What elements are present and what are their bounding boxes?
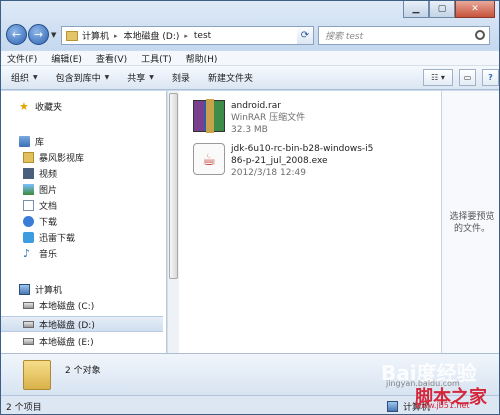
refresh-icon: ⟳ <box>300 30 310 41</box>
help-button[interactable]: ? <box>482 69 499 86</box>
minimize-button[interactable]: ▁ <box>403 1 429 18</box>
java-installer-icon: ☕ <box>193 143 225 175</box>
menu-edit[interactable]: 编辑(E) <box>51 52 82 65</box>
breadcrumb-computer[interactable]: 计算机 ▸ <box>82 29 118 43</box>
sidebar-item-drive-c[interactable]: 本地磁盘 (C:) <box>1 297 163 313</box>
help-icon: ? <box>488 73 493 82</box>
star-icon: ★ <box>19 99 29 113</box>
sidebar-item-documents[interactable]: 文档 <box>1 197 163 213</box>
computer-icon <box>387 401 398 412</box>
sidebar-item-computer[interactable]: 计算机 <box>1 281 163 297</box>
download-icon <box>23 215 34 227</box>
document-icon <box>23 199 34 211</box>
sidebar-item-drive-e[interactable]: 本地磁盘 (E:) <box>1 333 163 349</box>
view-controls: ☷ ▾ ▭ ? <box>423 69 499 86</box>
breadcrumb-test[interactable]: test <box>194 31 211 41</box>
preview-pane-button[interactable]: ▭ <box>459 69 476 86</box>
chevron-down-icon: ▼ <box>149 74 154 81</box>
chevron-right-icon[interactable]: ▸ <box>184 32 188 40</box>
sidebar-item-xunlei[interactable]: 迅雷下载 <box>1 229 163 245</box>
menu-view[interactable]: 查看(V) <box>96 52 127 65</box>
burn-button[interactable]: 刻录 <box>172 71 190 84</box>
refresh-button[interactable]: ⟳ <box>297 26 314 45</box>
title-address-region: ▁ ▢ ✕ ← → ▼ 计算机▸ 本地磁盘 (D:)▸ test ▼ ⟳ 搜索 … <box>1 1 499 50</box>
library-icon <box>19 135 30 147</box>
caption-buttons: ▁ ▢ ✕ <box>403 1 495 19</box>
sidebar-item-downloads[interactable]: 下载 <box>1 213 163 229</box>
computer-icon <box>19 283 30 295</box>
chevron-right-icon[interactable]: ▸ <box>114 32 118 40</box>
search-icon[interactable] <box>475 30 485 40</box>
thunder-icon <box>23 231 34 243</box>
preview-pane-icon: ▭ <box>463 73 472 82</box>
forward-button[interactable]: → <box>28 24 49 45</box>
search-input[interactable]: 搜索 test <box>318 26 490 45</box>
file-text: jdk-6u10-rc-bin-b28-windows-i5 86-p-21_j… <box>231 143 373 179</box>
navigation-pane: ★ 收藏夹 库 暴风影视库 视频 图片 文档 下载 迅雷下载 ♪ 音乐 计算机 本地… <box>1 91 167 353</box>
command-bar: 组织 ▼ 包含到库中 ▼ 共享 ▼ 刻录 新建文件夹 ☷ ▾ ▭ ? <box>1 66 499 90</box>
file-date: 2012/3/18 12:49 <box>231 168 306 178</box>
video-icon <box>23 167 34 179</box>
file-item[interactable]: ☕ jdk-6u10-rc-bin-b28-windows-i5 86-p-21… <box>193 143 373 179</box>
drive-icon <box>23 301 34 309</box>
drive-icon <box>23 320 34 328</box>
recent-pages-dropdown[interactable]: ▼ <box>51 31 56 39</box>
breadcrumb-drive-d[interactable]: 本地磁盘 (D:) ▸ <box>124 29 188 43</box>
music-icon: ♪ <box>23 246 31 260</box>
winrar-archive-icon <box>193 99 225 133</box>
new-folder-button[interactable]: 新建文件夹 <box>208 71 253 84</box>
object-count: 2 个对象 <box>65 366 101 376</box>
folder-icon <box>23 360 51 390</box>
explorer-window: ▁ ▢ ✕ ← → ▼ 计算机▸ 本地磁盘 (D:)▸ test ▼ ⟳ 搜索 … <box>0 0 500 415</box>
sidebar-item-videos[interactable]: 视频 <box>1 165 163 181</box>
sidebar-item-music[interactable]: ♪ 音乐 <box>1 245 163 261</box>
file-type: WinRAR 压缩文件 <box>231 113 306 123</box>
menu-file[interactable]: 文件(F) <box>7 52 37 65</box>
menu-help[interactable]: 帮助(H) <box>186 52 218 65</box>
sidebar-item-pictures[interactable]: 图片 <box>1 181 163 197</box>
preview-message: 选择要预览的文件。 <box>449 212 495 234</box>
maximize-button[interactable]: ▢ <box>429 1 455 18</box>
item-count: 2 个项目 <box>6 403 42 413</box>
organize-button[interactable]: 组织 ▼ <box>11 71 38 84</box>
folder-icon <box>23 151 34 163</box>
sidebar-item-libraries[interactable]: 库 <box>1 133 163 149</box>
menu-bar: 文件(F) 编辑(E) 查看(V) 工具(T) 帮助(H) <box>1 51 499 66</box>
share-button[interactable]: 共享 ▼ <box>127 71 154 84</box>
address-bar[interactable]: 计算机▸ 本地磁盘 (D:)▸ test ▼ <box>61 26 313 45</box>
scrollbar-thumb[interactable] <box>169 93 178 279</box>
sidebar-item-baofeng[interactable]: 暴风影视库 <box>1 149 163 165</box>
chevron-down-icon: ▼ <box>33 74 38 81</box>
file-list: android.rar WinRAR 压缩文件 32.3 MB ☕ jdk-6u… <box>179 91 441 353</box>
file-name-line1: jdk-6u10-rc-bin-b28-windows-i5 <box>231 144 374 154</box>
file-size: 32.3 MB <box>231 125 268 135</box>
change-view-button[interactable]: ☷ ▾ <box>423 69 453 86</box>
folder-icon <box>66 30 78 41</box>
sidebar-item-favorites[interactable]: ★ 收藏夹 <box>1 98 163 114</box>
drive-icon <box>23 337 34 345</box>
picture-icon <box>23 183 34 195</box>
include-in-library-button[interactable]: 包含到库中 ▼ <box>56 71 110 84</box>
close-button[interactable]: ✕ <box>455 1 495 18</box>
search-placeholder: 搜索 test <box>325 32 364 42</box>
menu-tools[interactable]: 工具(T) <box>141 52 172 65</box>
jb51-url-watermark: www.jb51.net <box>415 401 470 410</box>
file-name-line2: 86-p-21_jul_2008.exe <box>231 156 328 166</box>
navigation-scrollbar[interactable] <box>167 91 179 353</box>
file-item[interactable]: android.rar WinRAR 压缩文件 32.3 MB <box>193 99 305 136</box>
sidebar-item-drive-d[interactable]: 本地磁盘 (D:) <box>1 316 163 332</box>
preview-pane: 选择要预览的文件。 <box>441 91 499 353</box>
view-icon: ☷ ▾ <box>431 73 445 82</box>
chevron-down-icon: ▼ <box>104 74 110 81</box>
file-name: android.rar <box>231 101 281 111</box>
file-text: android.rar WinRAR 压缩文件 32.3 MB <box>231 100 305 136</box>
back-button[interactable]: ← <box>6 24 27 45</box>
